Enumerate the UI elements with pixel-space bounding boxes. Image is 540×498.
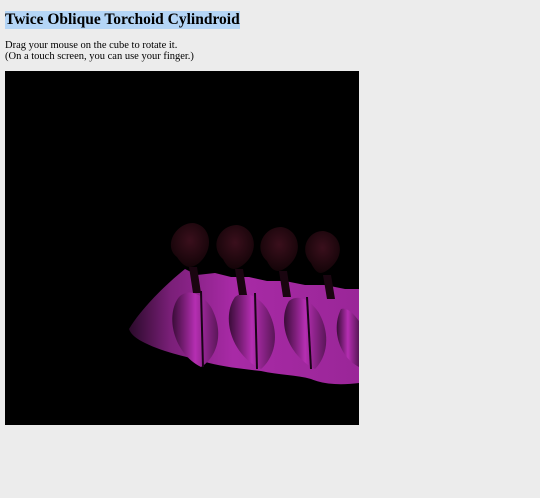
3d-render-canvas[interactable] (5, 71, 359, 425)
upper-lobe-3 (260, 227, 298, 271)
page-title: Twice Oblique Torchoid Cylindroid (5, 11, 240, 29)
torchoid-cylindroid-render (129, 223, 359, 385)
upper-lobe-4 (305, 231, 340, 273)
upper-lobe-1 (170, 223, 210, 267)
upper-lobe-2 (216, 225, 254, 269)
instructions: Drag your mouse on the cube to rotate it… (5, 40, 194, 62)
upper-lobes (170, 223, 340, 273)
instructions-line-2: (On a touch screen, you can use your fin… (5, 51, 194, 62)
instructions-line-1: Drag your mouse on the cube to rotate it… (5, 40, 178, 51)
